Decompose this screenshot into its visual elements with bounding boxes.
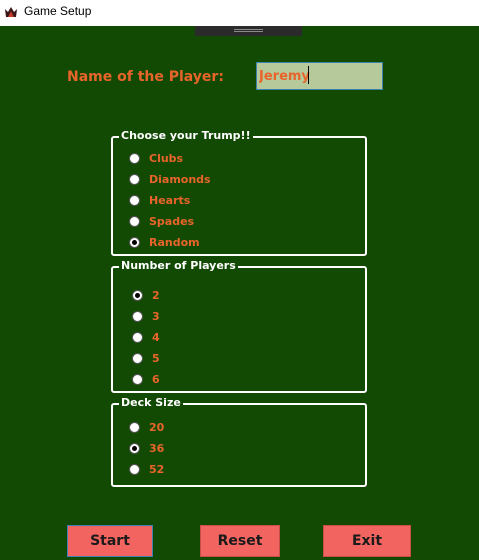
start-button[interactable]: Start [67,525,153,557]
players-option-label: 3 [152,309,160,323]
radio-button[interactable] [132,352,143,364]
title-bar: Game Setup [0,0,479,26]
deck-option[interactable]: 36 [129,439,164,457]
radio-button[interactable] [132,331,143,343]
text-caret [308,66,309,84]
deck-option[interactable]: 20 [129,418,164,436]
game-icon [5,7,17,17]
players-option[interactable]: 4 [132,328,160,346]
players-option-label: 2 [152,288,160,302]
radio-button[interactable] [129,152,140,164]
players-option[interactable]: 2 [132,286,160,304]
deck-size-group-title: Deck Size [119,396,183,409]
game-setup-panel: Name of the Player: Choose your Trump!! … [0,26,479,560]
radio-button[interactable] [129,215,140,227]
radio-button[interactable] [129,442,140,454]
radio-button[interactable] [132,373,143,385]
radio-button[interactable] [132,289,143,301]
trump-option-label: Hearts [149,193,191,207]
trump-option-label: Random [149,235,200,249]
trump-option[interactable]: Hearts [129,191,190,209]
players-group: Number of Players 2 3 4 5 6 [111,259,367,393]
radio-button[interactable] [129,421,140,433]
radio-button[interactable] [132,310,143,322]
players-option-label: 5 [152,351,160,365]
players-option-label: 6 [152,372,160,386]
player-name-input[interactable] [256,62,383,90]
deck-option-label: 36 [149,441,165,455]
deck-option-label: 20 [149,420,165,434]
trump-option[interactable]: Random [129,233,200,251]
trump-option-label: Clubs [149,151,184,165]
trump-option-label: Diamonds [149,172,211,186]
radio-button[interactable] [129,194,140,206]
deck-option[interactable]: 52 [129,460,164,478]
window-title: Game Setup [24,4,92,18]
trump-option[interactable]: Spades [129,212,194,230]
players-option[interactable]: 6 [132,370,160,388]
radio-button[interactable] [129,236,140,248]
trump-group: Choose your Trump!! Clubs Diamonds Hearts S… [111,129,367,256]
trump-group-title: Choose your Trump!! [119,129,253,142]
player-name-label: Name of the Player: [67,69,224,85]
deck-size-group: Deck Size 20 36 52 [111,396,367,487]
players-option[interactable]: 5 [132,349,160,367]
trump-option[interactable]: Clubs [129,149,183,167]
players-option-label: 4 [152,330,160,344]
exit-button[interactable]: Exit [323,525,411,557]
players-option[interactable]: 3 [132,307,160,325]
radio-button[interactable] [129,463,140,475]
reset-button[interactable]: Reset [200,525,280,557]
players-group-title: Number of Players [119,259,238,272]
trump-option[interactable]: Diamonds [129,170,211,188]
radio-button[interactable] [129,173,140,185]
deck-option-label: 52 [149,462,165,476]
drag-handle[interactable] [195,26,302,36]
trump-option-label: Spades [149,214,195,228]
